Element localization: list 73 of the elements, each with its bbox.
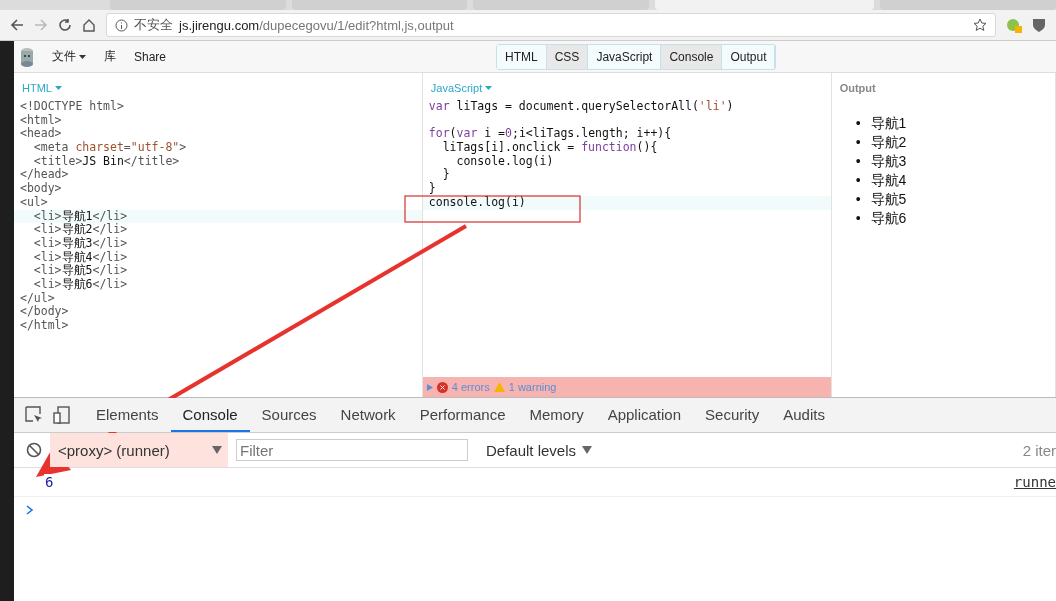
star-icon[interactable]: [973, 18, 987, 32]
list-item: 导航6: [870, 209, 907, 228]
inspect-icon[interactable]: [24, 405, 44, 425]
code-line: <li>导航6</li>: [32, 277, 129, 292]
prompt-icon[interactable]: [26, 505, 34, 515]
url-path: /dupecegovu/1/edit?html,js,output: [259, 17, 454, 33]
panel-toggle[interactable]: Console: [661, 44, 723, 69]
code-line: <body>: [19, 182, 63, 196]
levels-dropdown[interactable]: Default levels: [480, 440, 599, 460]
back-icon[interactable]: [10, 18, 24, 32]
device-icon[interactable]: [52, 405, 72, 425]
code-line: liTags[i].onclick = function(){: [441, 141, 659, 155]
filter-field[interactable]: Filter: [236, 439, 468, 461]
bullet: •: [855, 114, 861, 133]
context-selector[interactable]: <proxy> (runner): [50, 433, 228, 467]
info-icon[interactable]: [115, 18, 128, 32]
logo-icon[interactable]: [20, 46, 34, 67]
list-item: 导航1: [870, 114, 907, 133]
code-line: console.log(i): [456, 154, 554, 169]
code-line: <li>导航3</li>: [32, 236, 129, 251]
code-line: <li>导航5</li>: [32, 264, 129, 278]
menu-item[interactable]: Share: [134, 49, 167, 64]
dropdown-icon: [582, 446, 593, 454]
home-icon[interactable]: [82, 18, 96, 32]
code-line: <li>导航2</li>: [32, 223, 129, 237]
code-line: </ul>: [19, 291, 56, 305]
bullet: •: [855, 190, 861, 209]
code-line: }: [441, 168, 451, 183]
list-item: 导航4: [870, 171, 907, 190]
item-count: 2 iter: [1022, 441, 1056, 459]
bullet: •: [855, 152, 861, 171]
panel-toggle[interactable]: Output: [722, 44, 776, 69]
code-line: var liTags = document.querySelectorAll('li'): [427, 100, 735, 114]
panel-toggle[interactable]: CSS: [546, 44, 589, 69]
code-line: <html>: [19, 113, 63, 127]
shield-icon[interactable]: [1032, 17, 1046, 33]
bullet: •: [855, 133, 861, 152]
code-line: </html>: [19, 319, 70, 333]
log-value: 6: [44, 474, 55, 490]
list-item: 导航3: [870, 152, 907, 171]
code-line: <head>: [19, 127, 63, 142]
caret-icon: [54, 86, 62, 90]
list-item: 导航5: [870, 190, 907, 209]
warning-icon: [493, 382, 505, 392]
code-line: <li>导航4</li>: [32, 250, 129, 264]
devtools-tab[interactable]: Console: [170, 398, 250, 432]
menu-item[interactable]: 库: [104, 48, 116, 65]
code-line: for(var i =0;i<liTags.length; i++){: [427, 127, 673, 141]
code-line: <!DOCTYPE html>: [19, 100, 125, 114]
url-host: js.jirengu.com: [179, 17, 260, 33]
bullet: •: [855, 171, 861, 190]
menu-item[interactable]: 文件: [52, 48, 76, 65]
list-item: 导航2: [870, 133, 907, 152]
clear-icon[interactable]: [26, 442, 42, 458]
code-line: </body>: [19, 305, 70, 319]
caret-icon: [485, 86, 493, 90]
code-line: <title>JS Bin</title>: [32, 154, 181, 168]
panel-toggle[interactable]: HTML: [497, 44, 547, 69]
dropdown-icon: [212, 446, 222, 454]
reload-icon[interactable]: [58, 18, 72, 32]
code-line: <meta charset="utf-8">: [32, 141, 188, 155]
panel-title[interactable]: Output: [831, 73, 1055, 100]
code-line: <ul>: [19, 195, 48, 210]
bullet: •: [855, 209, 861, 228]
panel-toggle[interactable]: JavaScript: [588, 44, 662, 69]
security-label: 不安全: [134, 16, 173, 34]
error-count: 4 errors: [451, 381, 490, 393]
address-bar[interactable]: 不安全 js.jirengu.com/dupecegovu/1/edit?html,js,output: [106, 13, 996, 37]
error-icon: [436, 381, 448, 393]
warning-count: 1 warning: [508, 381, 557, 393]
source-link[interactable]: runne: [1013, 474, 1056, 490]
code-line: }: [427, 182, 437, 196]
code-line: </head>: [19, 168, 70, 182]
